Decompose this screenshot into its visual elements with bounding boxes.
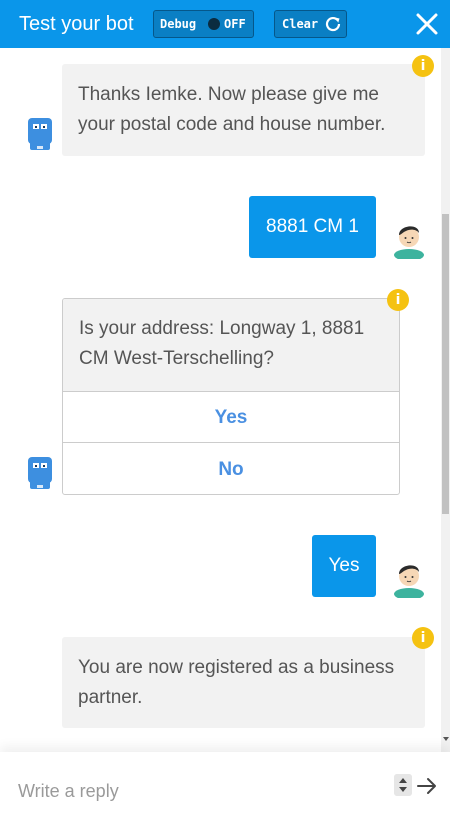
choice-yes-button[interactable]: Yes	[63, 392, 399, 443]
refresh-icon	[325, 16, 341, 32]
toggle-knob-icon	[208, 18, 220, 30]
clear-button[interactable]: Clear	[274, 10, 347, 38]
bot-message: You are now registered as a business par…	[62, 637, 425, 728]
message-line: You are now registered as a business	[78, 657, 395, 678]
scrollbar-thumb[interactable]	[442, 214, 449, 514]
message-line: your postal code and house number.	[78, 114, 386, 135]
header-bar: Test your bot Debug OFF Clear	[0, 0, 450, 48]
stepper-icon[interactable]	[394, 774, 412, 796]
user-avatar-icon	[394, 226, 424, 259]
send-arrow-icon[interactable]	[416, 776, 438, 796]
bot-avatar-icon	[28, 118, 52, 150]
chat-window: Test your bot Debug OFF Clear Thanks Iem…	[0, 0, 450, 816]
reply-input[interactable]	[18, 778, 378, 804]
choice-card: Is your address: Longway 1, 8881 CM West…	[62, 298, 400, 495]
message-line: partner.	[78, 687, 143, 708]
debug-toggle-button[interactable]: Debug OFF	[153, 10, 254, 38]
debug-state: OFF	[224, 17, 246, 31]
close-icon[interactable]	[414, 11, 440, 37]
message-line: Is your address: Longway 1, 8881	[79, 318, 365, 339]
info-icon[interactable]: i	[387, 289, 409, 311]
choice-no-button[interactable]: No	[63, 444, 399, 494]
message-line: Thanks Iemke. Now please give me	[78, 84, 379, 105]
reply-bar	[0, 752, 450, 816]
window-title: Test your bot	[19, 13, 134, 35]
debug-label: Debug	[160, 17, 197, 31]
message-line: CM West-Terschelling?	[79, 348, 274, 369]
user-avatar-icon	[394, 565, 424, 598]
clear-label: Clear	[282, 17, 319, 31]
bot-avatar-icon	[28, 457, 52, 489]
info-icon[interactable]: i	[412, 627, 434, 649]
card-question: Is your address: Longway 1, 8881 CM West…	[63, 299, 399, 392]
user-message: Yes	[312, 535, 376, 597]
info-icon[interactable]: i	[412, 55, 434, 77]
bot-message: Thanks Iemke. Now please give me your po…	[62, 64, 425, 156]
user-message: 8881 CM 1	[249, 196, 376, 258]
scroll-down-icon[interactable]	[443, 737, 449, 741]
